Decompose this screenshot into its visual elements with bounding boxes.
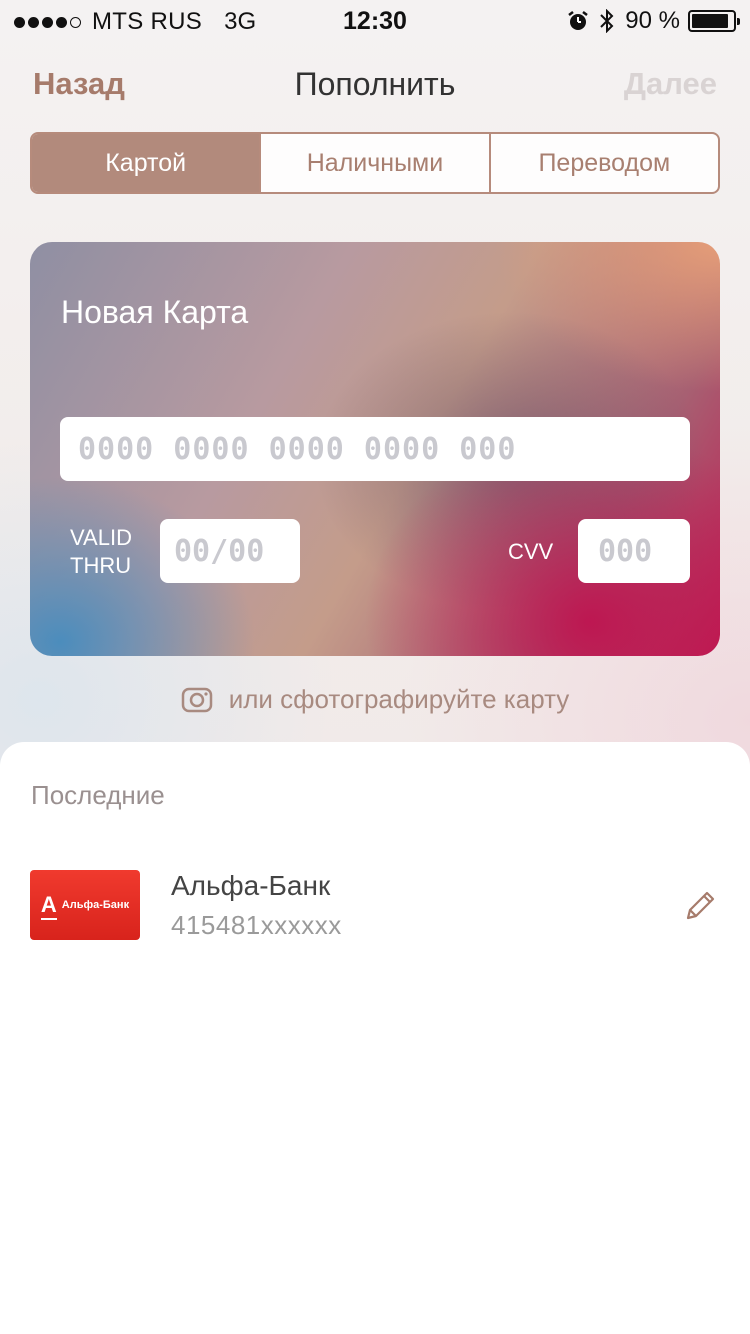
- card-title: Новая Карта: [61, 294, 249, 330]
- tab-transfer[interactable]: Переводом: [488, 134, 718, 192]
- new-card-form: Новая Карта VALID THRU CVV: [30, 242, 720, 656]
- scan-card-label: или сфотографируйте карту: [228, 684, 570, 714]
- status-bar: MTS RUS 3G 12:30 90 %: [0, 0, 750, 40]
- logo-letter: A: [40, 892, 57, 920]
- card-number-masked: 415481xxxxxx: [171, 910, 342, 940]
- valid-label-line2: THRU: [70, 553, 132, 578]
- cvv-label: CVV: [508, 539, 554, 564]
- status-right: 90 %: [567, 7, 740, 35]
- alfa-bank-logo: A Альфа-Банк: [30, 870, 140, 940]
- scan-card-link[interactable]: или сфотографируйте карту: [0, 684, 750, 715]
- list-item[interactable]: A Альфа-Банк Альфа-Банк 415481xxxxxx: [0, 860, 750, 960]
- logo-text: Альфа-Банк: [61, 899, 130, 911]
- camera-icon: [181, 686, 213, 714]
- card-number-input[interactable]: [60, 417, 690, 481]
- cvv-input[interactable]: [578, 519, 690, 583]
- battery-fill: [692, 14, 728, 28]
- valid-label-line1: VALID: [70, 525, 132, 550]
- pencil-icon[interactable]: [682, 888, 718, 924]
- expiry-input[interactable]: [160, 519, 300, 583]
- valid-thru-label: VALID THRU: [70, 524, 132, 580]
- payment-method-tabs: Картой Наличными Переводом: [30, 132, 720, 194]
- recent-cards-sheet: Последние A Альфа-Банк Альфа-Банк 415481…: [0, 742, 750, 1334]
- alarm-icon: [567, 10, 589, 32]
- back-button[interactable]: Назад: [33, 66, 125, 102]
- tab-card[interactable]: Картой: [32, 134, 260, 192]
- bluetooth-icon: [599, 9, 615, 33]
- next-button[interactable]: Далее: [624, 66, 717, 102]
- battery-percent: 90 %: [625, 7, 680, 34]
- bank-name: Альфа-Банк: [171, 870, 331, 901]
- navigation-bar: Назад Пополнить Далее: [0, 60, 750, 110]
- tab-cash[interactable]: Наличными: [259, 134, 488, 192]
- battery-icon: [688, 10, 740, 32]
- recent-title: Последние: [31, 780, 165, 810]
